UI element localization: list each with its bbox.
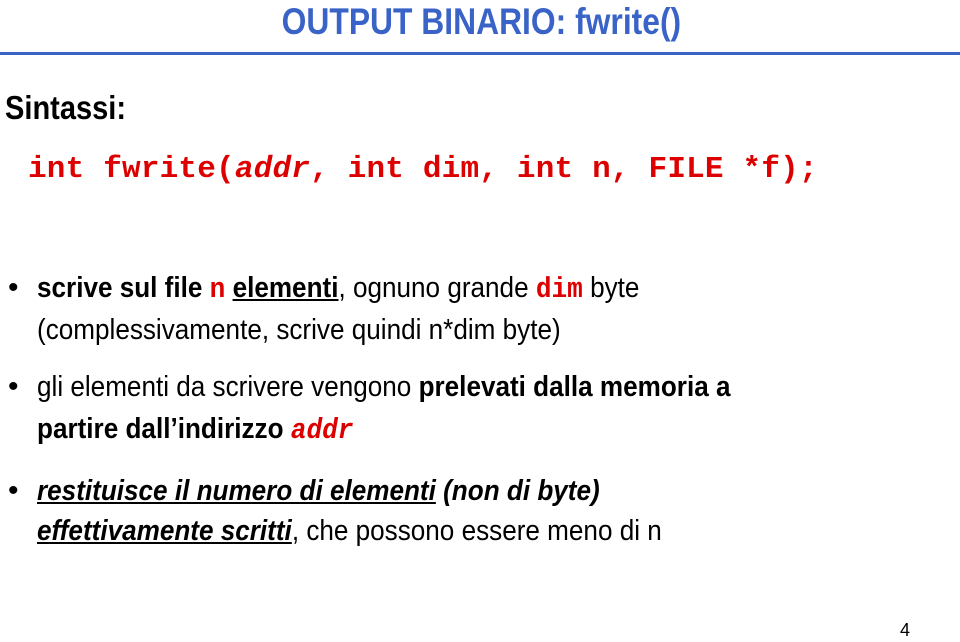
bullet-1-line-1: scrive sul file n elementi, ognuno grand… (37, 268, 639, 310)
bullet-3-underlined-text: restituisce il numero di elementi (37, 475, 436, 507)
bullet-1-text: , ognuno grande (338, 272, 536, 304)
code-n: n (209, 273, 226, 306)
bullet-3-underlined-text-2: effettivamente scritti (37, 515, 292, 547)
bullet-2-text: gli elementi da scrivere vengono (37, 371, 419, 403)
bullet-1-text-2: byte (582, 272, 640, 304)
bullet-icon: • (8, 271, 19, 304)
prototype-part-2: , int dim, int n, FILE *f); (310, 152, 818, 187)
bullet-1-bold-text: scrive sul file (37, 272, 210, 304)
slide-title: OUTPUT BINARIO: fwrite() (281, 1, 682, 42)
bullet-3-bold-italic-text: (non di byte) (435, 475, 600, 507)
page-number: 4 (900, 620, 911, 640)
bullet-2-bold-text-2: partire dall’indirizzo (37, 413, 291, 445)
bullet-1-line-2: (complessivamente, scrive quindi n*dim b… (37, 314, 561, 346)
code-dim: dim (535, 273, 583, 306)
bullet-2-bold-text: prelevati dalla memoria a (418, 371, 731, 403)
bullet-1-underlined-text: elementi (232, 272, 339, 304)
bullet-2-line-2: partire dall’indirizzo addr (37, 409, 353, 451)
bullet-3-line-1: restituisce il numero di elementi (non d… (37, 471, 600, 511)
bullet-3-line-2: effettivamente scritti, che possono esse… (37, 511, 662, 551)
prototype-param-addr: addr (234, 152, 311, 187)
function-prototype: int fwrite(addr, int dim, int n, FILE *f… (28, 150, 818, 190)
bullet-3-text: , che possono essere meno di n (291, 515, 662, 547)
bullet-icon: • (8, 474, 19, 507)
prototype-part-1: int fwrite( (28, 152, 235, 187)
bullet-icon: • (8, 370, 19, 403)
code-addr: addr (290, 414, 354, 447)
title-divider (0, 52, 960, 55)
bullet-2-line-1: gli elementi da scrivere vengono preleva… (37, 367, 730, 407)
syntax-label: Sintassi: (5, 89, 127, 126)
